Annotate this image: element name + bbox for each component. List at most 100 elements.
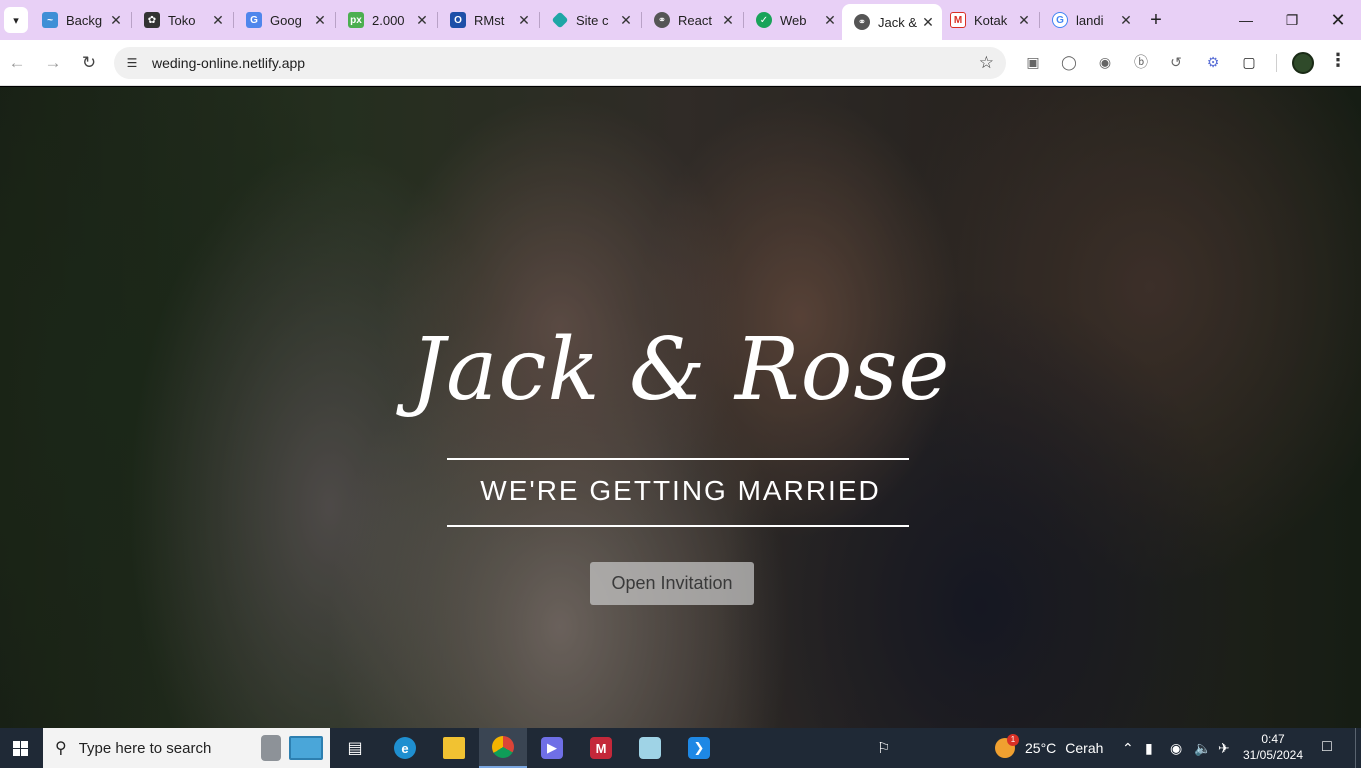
mendeley-app[interactable]: M xyxy=(577,728,625,768)
profile-avatar[interactable] xyxy=(1292,52,1314,74)
close-icon[interactable]: ✕ xyxy=(312,12,328,29)
tab-8-active[interactable]: ⚭ Jack & ✕ xyxy=(842,4,942,40)
tab-6[interactable]: ⚭ React ✕ xyxy=(642,4,742,36)
tab-3[interactable]: px 2.000 ✕ xyxy=(336,4,436,36)
close-window-button[interactable]: ✕ xyxy=(1315,0,1361,40)
minimize-button[interactable]: — xyxy=(1223,0,1269,40)
tab-5[interactable]: Site c ✕ xyxy=(540,4,640,36)
tab-title: Goog xyxy=(270,12,302,28)
tab-strip: ▾ ~ Backg ✕ ✿ Toko ✕ G Goog ✕ px 2.000 ✕… xyxy=(0,0,1361,40)
globe-icon: ⚭ xyxy=(854,14,870,30)
folder-icon xyxy=(443,737,465,759)
chevron-up-icon: ⌃ xyxy=(1122,739,1134,756)
puzzle-icon[interactable]: ▢ xyxy=(1239,52,1259,72)
address-bar[interactable]: ☰ weding-online.netlify.app ☆ xyxy=(114,47,1006,79)
volume-control[interactable]: 🔈 xyxy=(1194,728,1211,768)
extension-1-icon[interactable]: ▣ xyxy=(1023,52,1043,72)
back-button[interactable]: ← xyxy=(3,49,31,77)
vscode-icon: ❯ xyxy=(688,737,710,759)
task-view-button[interactable]: ▤ xyxy=(331,728,379,768)
weather-widget[interactable]: 1 25°C Cerah xyxy=(995,728,1103,768)
hexagon-app-icon: ▶ xyxy=(541,737,563,759)
tab-title: Site c xyxy=(576,12,609,28)
file-explorer-app[interactable] xyxy=(430,728,478,768)
meet-now[interactable]: ◉ xyxy=(1170,728,1182,768)
edge-icon: e xyxy=(394,737,416,759)
vscode-app[interactable]: ❯ xyxy=(675,728,723,768)
close-icon[interactable]: ✕ xyxy=(108,12,124,29)
hero-section: Jack & Rose WE'RE GETTING MARRIED Open I… xyxy=(0,87,1361,728)
tab-title: Web xyxy=(780,12,807,28)
tab-2[interactable]: G Goog ✕ xyxy=(234,4,334,36)
extension-4-icon[interactable]: ⓑ xyxy=(1131,52,1151,72)
search-placeholder: Type here to search xyxy=(78,739,212,757)
new-tab-button[interactable]: + xyxy=(1145,8,1167,32)
url-text[interactable]: weding-online.netlify.app xyxy=(152,55,305,71)
reload-button[interactable]: ↻ xyxy=(75,49,103,77)
reload-icon: ↻ xyxy=(81,53,97,72)
close-icon[interactable]: ✕ xyxy=(1016,12,1032,29)
arrow-right-icon: → xyxy=(44,53,62,72)
close-icon[interactable]: ✕ xyxy=(720,12,736,29)
tab-1[interactable]: ✿ Toko ✕ xyxy=(132,4,232,36)
close-icon: ✕ xyxy=(1330,9,1346,30)
show-hidden-icons[interactable]: ⌃ xyxy=(1122,728,1134,768)
restore-icon: ❐ xyxy=(1285,11,1299,28)
close-icon[interactable]: ✕ xyxy=(822,12,838,29)
close-icon[interactable]: ✕ xyxy=(1118,12,1134,29)
taskbar: ⚲ Type here to search ▤ e ▶ M ❯ ⚐ 1 25°C… xyxy=(0,728,1361,768)
tab-search-button[interactable]: ▾ xyxy=(4,7,28,33)
plus-icon: + xyxy=(1150,9,1162,31)
start-button[interactable] xyxy=(0,728,40,768)
browser-toolbar: ← → ↻ ☰ weding-online.netlify.app ☆ ▣ ◯ … xyxy=(0,40,1361,86)
weather-moon-icon: 1 xyxy=(995,734,1019,758)
restore-button[interactable]: ❐ xyxy=(1269,0,1315,40)
clock-time: 0:47 xyxy=(1261,732,1285,746)
close-icon[interactable]: ✕ xyxy=(210,12,226,29)
tab-9[interactable]: M Kotak ✕ xyxy=(938,4,1038,36)
tab-title: Toko xyxy=(168,12,196,28)
clock[interactable]: 0:47 31/05/2024 xyxy=(1238,731,1308,763)
extension-3-icon[interactable]: ◉ xyxy=(1095,52,1115,72)
couple-names-title: Jack & Rose xyxy=(410,320,951,420)
close-icon[interactable]: ✕ xyxy=(414,12,430,29)
open-invitation-button[interactable]: Open Invitation xyxy=(590,562,754,605)
extension-6-icon[interactable]: ⚙ xyxy=(1203,52,1223,72)
edge-app[interactable]: e xyxy=(381,728,429,768)
forward-button[interactable]: → xyxy=(39,49,67,77)
people-button[interactable]: ⚐ xyxy=(877,728,890,768)
site-info-button[interactable]: ☰ xyxy=(120,51,144,75)
mendeley-icon: M xyxy=(590,737,612,759)
hero-subtitle: WE'RE GETTING MARRIED xyxy=(480,475,881,506)
arrow-left-icon: ← xyxy=(8,53,26,72)
globe-icon: ⚭ xyxy=(654,12,670,28)
taskbar-search[interactable]: ⚲ Type here to search xyxy=(43,728,330,768)
extension-5-icon[interactable]: ↺ xyxy=(1166,52,1186,72)
battery-status[interactable]: ▮ xyxy=(1145,728,1153,768)
copilot-app[interactable]: ▶ xyxy=(528,728,576,768)
tab-4[interactable]: O RMst ✕ xyxy=(438,4,538,36)
search-icon: ⚲ xyxy=(55,740,67,757)
chevron-down-icon: ▾ xyxy=(13,14,19,27)
tab-0[interactable]: ~ Backg ✕ xyxy=(30,4,130,36)
people-icon: ⚐ xyxy=(877,740,891,757)
minimize-icon: — xyxy=(1239,12,1253,28)
bookmark-star-icon[interactable]: ☆ xyxy=(979,53,994,73)
tab-7[interactable]: ✓ Web ✕ xyxy=(744,4,844,36)
more-menu-icon[interactable]: ⋮ xyxy=(1329,50,1347,71)
notification-button[interactable]: □ xyxy=(1316,738,1338,758)
close-icon[interactable]: ✕ xyxy=(516,12,532,29)
diamond-icon xyxy=(551,11,569,29)
tab-10[interactable]: G landi ✕ xyxy=(1040,4,1140,36)
notes-app[interactable] xyxy=(626,728,674,768)
tab-title: Jack & xyxy=(878,14,918,30)
weather-temp: 25°C xyxy=(1025,740,1057,756)
suitcase-icon xyxy=(261,735,281,761)
show-desktop-button[interactable] xyxy=(1355,728,1361,768)
close-icon[interactable]: ✕ xyxy=(618,12,634,29)
close-icon[interactable]: ✕ xyxy=(920,14,936,31)
airplane-mode[interactable]: ✈ xyxy=(1218,728,1230,768)
chrome-app[interactable] xyxy=(479,728,527,768)
extension-2-icon[interactable]: ◯ xyxy=(1059,52,1079,72)
notification-icon: □ xyxy=(1322,738,1332,755)
